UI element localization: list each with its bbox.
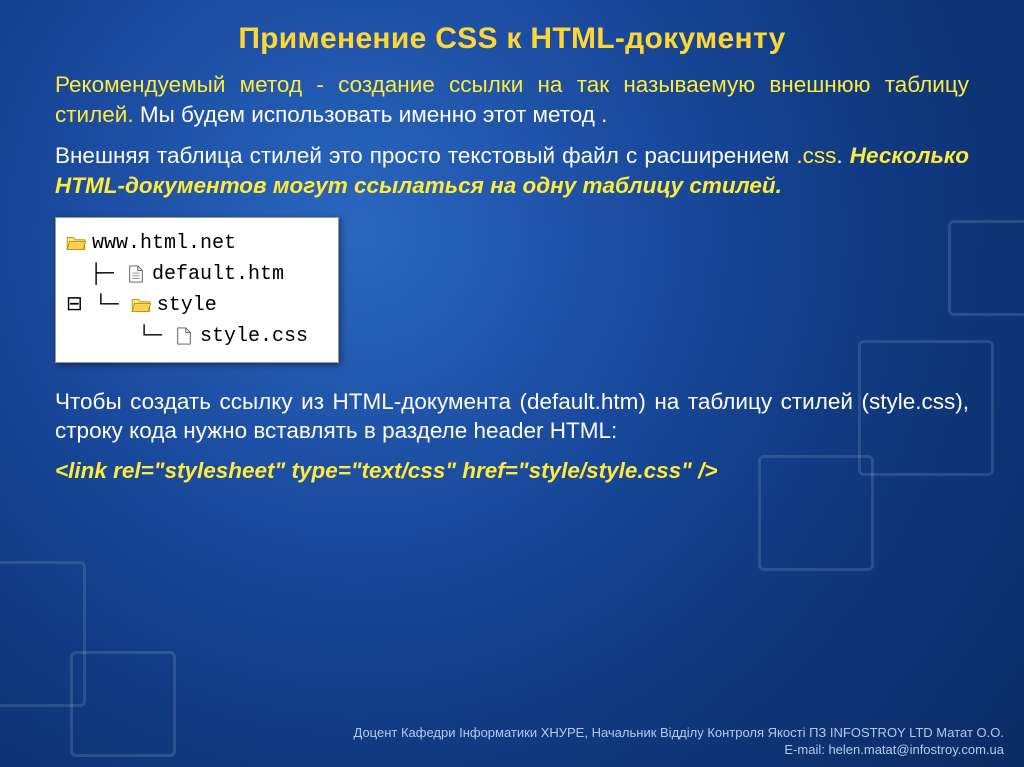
footer-line-1: Доцент Кафедри Інформатики ХНУРЕ, Началь… [354, 724, 1005, 742]
footer-line-2: E-mail: helen.matat@infostroy.com.ua [354, 741, 1005, 759]
tree-connector: └─ [66, 321, 174, 352]
folder-open-icon [131, 296, 151, 314]
file-tree-panel: www.html.net ├─ default.htm ⊟ └─ style [55, 217, 969, 363]
file-tree: www.html.net ├─ default.htm ⊟ └─ style [55, 217, 339, 363]
paragraph-3: Чтобы создать ссылку из HTML-документа (… [55, 387, 969, 446]
content-area: Применение CSS к HTML-документу Рекоменд… [0, 0, 1024, 484]
tree-root-label: www.html.net [92, 228, 236, 259]
decoration-square [70, 651, 176, 757]
tree-file2-label: style.css [200, 321, 308, 352]
tree-row-root: www.html.net [66, 228, 308, 259]
p2-a: Внешняя таблица стилей это просто тексто… [55, 143, 796, 168]
slide-title: Применение CSS к HTML-документу [55, 22, 969, 56]
slide: Применение CSS к HTML-документу Рекоменд… [0, 0, 1024, 767]
tree-connector: ├─ [66, 259, 126, 290]
p2-c: . [836, 143, 849, 168]
p1-rest: Мы будем использовать именно этот метод … [134, 102, 608, 127]
file-icon [174, 327, 194, 345]
file-icon [126, 265, 146, 283]
folder-open-icon [66, 234, 86, 252]
tree-row-file1: ├─ default.htm [66, 259, 308, 290]
paragraph-2: Внешняя таблица стилей это просто тексто… [55, 141, 969, 200]
p2-ext: .css [796, 143, 836, 168]
paragraph-1: Рекомендуемый метод - создание ссылки на… [55, 70, 969, 129]
tree-folder-label: style [157, 290, 217, 321]
code-line: <link rel="stylesheet" type="text/css" h… [55, 458, 969, 484]
tree-connector: ⊟ └─ [66, 290, 131, 321]
footer: Доцент Кафедри Інформатики ХНУРЕ, Началь… [354, 724, 1005, 759]
tree-row-folder: ⊟ └─ style [66, 290, 308, 321]
tree-file1-label: default.htm [152, 259, 284, 290]
tree-row-file2: └─ style.css [66, 321, 308, 352]
